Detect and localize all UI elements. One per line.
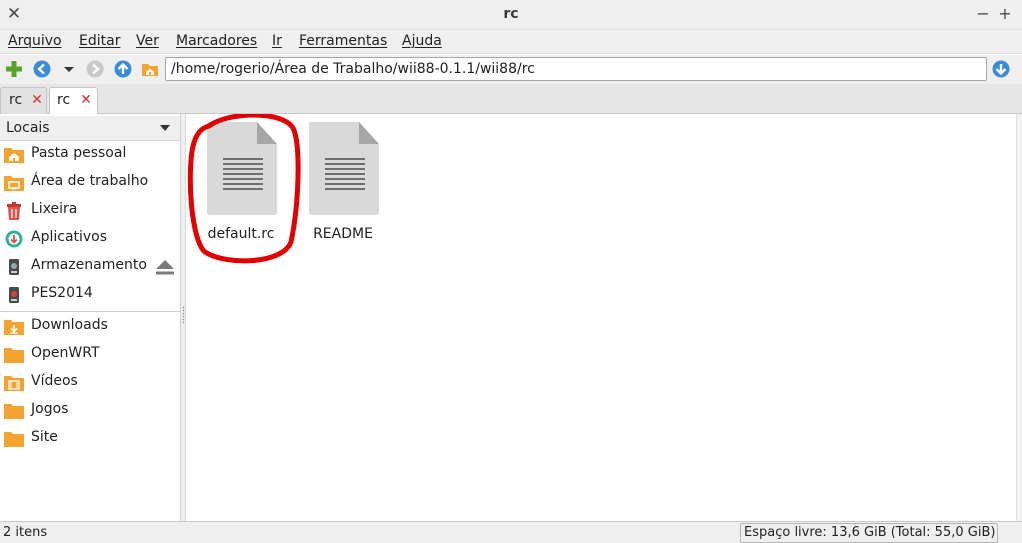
sidebar-item-area-de-trabalho[interactable]: Área de trabalho	[0, 170, 180, 196]
tab-label: rc	[57, 92, 71, 108]
sidebar-item-label: Área de trabalho	[31, 173, 149, 189]
sidebar-item-label: Jogos	[31, 401, 69, 417]
sidebar-item-label: Aplicativos	[31, 229, 108, 245]
sidebar-item-label: Site	[31, 429, 58, 445]
status-bar: 2 itens Espaço livre: 13,6 GiB (Total: 5…	[0, 521, 1022, 543]
text-document-icon	[207, 122, 277, 215]
sidebar-header-label: Locais	[6, 120, 50, 136]
sidebar-item-downloads[interactable]: Downloads	[0, 314, 180, 340]
eject-icon[interactable]	[155, 259, 175, 276]
window-maximize-button[interactable]: +	[996, 4, 1014, 24]
desktop-folder-icon	[4, 176, 24, 191]
folder-icon	[4, 348, 24, 363]
location-path-input[interactable]: /home/rogerio/Área de Trabalho/wii88-0.1…	[165, 57, 987, 81]
back-icon[interactable]	[33, 60, 51, 78]
sidebar-item-pes2014[interactable]: PES2014	[0, 282, 180, 308]
tab-bar: rc ✕ rc ✕	[0, 84, 1022, 115]
sidebar-item-aplicativos[interactable]: Aplicativos	[0, 226, 180, 252]
file-name: default.rc	[207, 226, 275, 242]
new-tab-plus-icon[interactable]	[5, 60, 23, 78]
menu-marcadores[interactable]: Marcadores	[176, 33, 257, 49]
up-icon[interactable]	[114, 60, 132, 78]
window-titlebar: ✕ rc − +	[0, 0, 1022, 30]
text-document-icon	[309, 122, 379, 215]
sidebar-item-label: PES2014	[31, 285, 93, 301]
sidebar-item-site[interactable]: Site	[0, 426, 180, 452]
grip-icon	[182, 306, 185, 324]
window-title: rc	[503, 6, 519, 22]
item-count: 2 itens	[3, 525, 48, 540]
videos-folder-icon	[4, 376, 24, 391]
file-item-readme[interactable]: README	[285, 122, 381, 242]
home-folder-icon	[4, 148, 24, 163]
sidebar-item-label: Downloads	[31, 317, 108, 333]
free-space-indicator: Espaço livre: 13,6 GiB (Total: 55,0 GiB)	[740, 523, 998, 543]
tab-rc-1[interactable]: rc ✕	[0, 87, 47, 114]
applications-icon	[5, 230, 23, 248]
chevron-down-icon	[160, 125, 170, 131]
folder-icon	[4, 404, 24, 419]
trash-icon	[7, 202, 21, 220]
sidebar-item-label: Pasta pessoal	[31, 145, 127, 161]
sidebar-item-label: OpenWRT	[31, 345, 100, 361]
file-view: default.rc README	[187, 114, 1016, 521]
forward-icon[interactable]	[86, 60, 104, 78]
menu-ajuda[interactable]: Ajuda	[402, 33, 442, 49]
file-name: README	[313, 226, 373, 242]
sidebar-item-armazenamento[interactable]: Armazenamento	[0, 254, 180, 280]
sidebar-item-label: Armazenamento	[31, 257, 147, 273]
menu-editar[interactable]: Editar	[79, 33, 120, 49]
file-item-default-rc[interactable]: default.rc	[183, 122, 279, 242]
vertical-scrollbar[interactable]	[1016, 114, 1022, 521]
sidebar-item-lixeira[interactable]: Lixeira	[0, 198, 180, 224]
tab-rc-2-active[interactable]: rc ✕	[49, 87, 98, 115]
window-minimize-button[interactable]: −	[974, 4, 992, 24]
go-icon[interactable]	[992, 60, 1010, 78]
drive-icon	[9, 287, 19, 303]
sidebar: Locais Pasta pessoal Área de trabalho Li…	[0, 114, 181, 521]
sidebar-item-pasta-pessoal[interactable]: Pasta pessoal	[0, 142, 180, 168]
sidebar-item-jogos[interactable]: Jogos	[0, 398, 180, 424]
downloads-folder-icon	[4, 320, 24, 335]
menu-arquivo[interactable]: Arquivo	[8, 33, 62, 49]
sidebar-item-openwrt[interactable]: OpenWRT	[0, 342, 180, 368]
sidebar-item-label: Lixeira	[31, 201, 78, 217]
sidebar-divider	[0, 311, 180, 312]
menu-ferramentas[interactable]: Ferramentas	[299, 33, 387, 49]
folder-icon	[4, 432, 24, 447]
tab-close-icon[interactable]: ✕	[31, 92, 43, 108]
sidebar-mode-selector[interactable]: Locais	[0, 116, 180, 141]
tab-label: rc	[9, 92, 23, 108]
history-dropdown-icon[interactable]	[60, 60, 78, 78]
menu-ver[interactable]: Ver	[136, 33, 159, 49]
tab-close-icon[interactable]: ✕	[80, 92, 92, 108]
sidebar-item-videos[interactable]: Vídeos	[0, 370, 180, 396]
menu-bar: Arquivo Editar Ver Marcadores Ir Ferrame…	[0, 30, 1022, 54]
home-icon[interactable]	[141, 60, 159, 78]
sidebar-item-label: Vídeos	[31, 373, 78, 389]
drive-icon	[9, 259, 19, 275]
menu-ir[interactable]: Ir	[272, 33, 282, 49]
